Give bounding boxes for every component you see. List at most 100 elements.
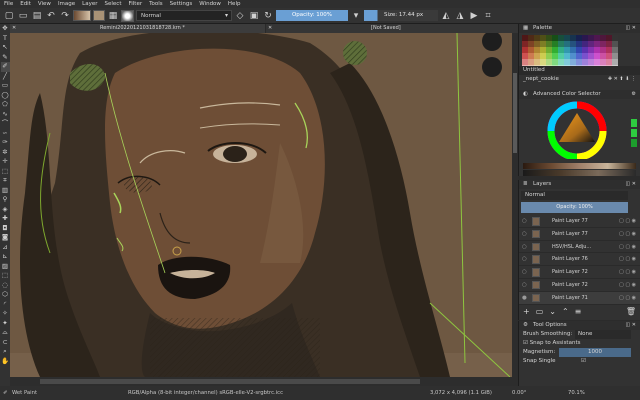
horizontal-scrollbar[interactable] (10, 377, 518, 386)
edit-shape-icon[interactable]: ↖ (1, 43, 10, 53)
layer-row[interactable]: ○ HSV/HSL Adju... ▢ ▢ ◉ (519, 241, 640, 254)
polygon-select-icon[interactable]: ⬡ (1, 290, 10, 300)
close-icon[interactable]: ✕ (268, 24, 272, 33)
line-tool-icon[interactable]: ╱ (1, 72, 10, 82)
pattern-swatch[interactable] (93, 10, 105, 21)
visibility-icon[interactable]: ○ (522, 241, 527, 254)
crop-tool-icon[interactable]: ⌗ (1, 176, 10, 186)
visibility-icon[interactable]: ○ (522, 279, 527, 292)
size-slider[interactable]: Size: 17.44 px (364, 10, 438, 21)
layer-lock-icon[interactable]: ▢ ▢ ◉ (619, 241, 636, 254)
bezier-select-icon[interactable]: ⌓ (1, 328, 10, 338)
gradient-swatch[interactable] (73, 10, 91, 21)
float-close-icon[interactable]: ◫ ✕ (625, 24, 636, 33)
close-icon[interactable]: ✕ (12, 24, 16, 33)
blend-mode-select[interactable]: Normal (136, 10, 232, 21)
layer-lock-icon[interactable]: ▢ ▢ ◉ (619, 253, 636, 266)
eraser-mode-icon[interactable]: ◇ (234, 10, 246, 22)
visibility-icon[interactable]: ● (522, 292, 527, 305)
wrap-around-icon[interactable]: ▶ (468, 10, 480, 22)
delete-layer-icon[interactable]: 🗑 (626, 307, 636, 317)
freehand-brush-icon[interactable]: ✐ (0, 62, 10, 72)
freehand-path-icon[interactable]: ∽ (1, 129, 10, 139)
gradient-tool-icon[interactable]: ▥ (1, 186, 10, 196)
menu-settings[interactable]: Settings (170, 0, 193, 8)
opacity-slider[interactable]: Opacity: 100% (276, 10, 348, 21)
float-close-icon[interactable]: ◫ ✕ (625, 180, 636, 189)
layer-properties-icon[interactable]: ≡ (575, 307, 582, 317)
color-history-strip-2[interactable] (523, 170, 636, 176)
brush-smoothing-select[interactable]: None (575, 330, 631, 339)
measure-tool-icon[interactable]: ⊾ (1, 252, 10, 262)
layer-lock-icon[interactable]: ▢ ▢ ◉ (619, 266, 636, 279)
menu-view[interactable]: View (38, 0, 51, 8)
redo-icon[interactable]: ↷ (59, 10, 71, 22)
snap-single-checkbox[interactable]: ☑ (581, 357, 586, 366)
tab-document-1[interactable]: Remini20220121031818728.krn * ✕ (10, 24, 265, 33)
reference-image-icon[interactable]: ▨ (1, 262, 10, 272)
layer-lock-icon[interactable]: ▢ ▢ ◉ (619, 279, 636, 292)
brush-preset-name[interactable]: _nept_cookie (523, 76, 559, 82)
pan-tool-icon[interactable]: ✋ (1, 357, 10, 367)
calligraphy-icon[interactable]: ✎ (1, 53, 10, 63)
transform-tool-icon[interactable]: ⬚ (1, 167, 10, 177)
color-picker-icon[interactable]: ⚲ (1, 195, 10, 205)
palette-name[interactable]: Untitled (519, 66, 640, 75)
save-icon[interactable]: ▤ (31, 10, 43, 22)
magnetic-select-icon[interactable]: ⊂ (1, 338, 10, 348)
menu-edit[interactable]: Edit (20, 0, 31, 8)
menu-help[interactable]: Help (228, 0, 241, 8)
layer-row[interactable]: ○ Paint Layer 77 ▢ ▢ ◉ (519, 215, 640, 228)
menu-tools[interactable]: Tools (149, 0, 163, 8)
colorize-mask-icon[interactable]: ◈ (1, 205, 10, 215)
zoom-tool-icon[interactable]: ⌕ (1, 347, 10, 357)
menu-filter[interactable]: Filter (128, 0, 142, 8)
scroll-thumb[interactable] (513, 73, 517, 153)
mirror-vertical-icon[interactable]: ◮ (454, 10, 466, 22)
dropdown-chevron-icon[interactable]: ▾ (350, 10, 362, 22)
preserve-alpha-icon[interactable]: ▣ (248, 10, 260, 22)
enclose-fill-icon[interactable]: ◙ (1, 233, 10, 243)
layer-lock-icon[interactable]: ▢ ▢ ◉ (619, 215, 636, 228)
undo-icon[interactable]: ↶ (45, 10, 57, 22)
transform-icon[interactable]: ✥ (1, 24, 10, 34)
menu-select[interactable]: Select (105, 0, 122, 8)
edit-brush-icon[interactable]: ▦ (107, 10, 119, 22)
tab-document-2[interactable]: [Not Saved] ✕ (266, 24, 518, 33)
float-close-icon[interactable]: ◫ ✕ (625, 321, 636, 330)
open-folder-icon[interactable]: ▭ (17, 10, 29, 22)
assistant-tool-icon[interactable]: ⊿ (1, 243, 10, 253)
contiguous-select-icon[interactable]: ✧ (1, 309, 10, 319)
move-layer-down-icon[interactable]: ⌄ (549, 307, 556, 317)
settings-icon[interactable]: ⚙ (632, 90, 636, 99)
canvas[interactable] (10, 33, 518, 377)
menu-window[interactable]: Window (199, 0, 221, 8)
dynamic-brush-icon[interactable]: ✑ (1, 138, 10, 148)
crop-icon[interactable]: ⌗ (482, 10, 494, 22)
layer-row[interactable]: ● Paint Layer 71 ▢ ▢ ◉ (519, 291, 640, 305)
visibility-icon[interactable]: ○ (522, 266, 527, 279)
similar-select-icon[interactable]: ✦ (1, 319, 10, 329)
freehand-select-icon[interactable]: ◜ (1, 300, 10, 310)
rect-select-icon[interactable]: ⬚ (1, 271, 10, 281)
rectangle-tool-icon[interactable]: ▭ (1, 81, 10, 91)
visibility-icon[interactable]: ○ (522, 253, 527, 266)
move-layer-up-icon[interactable]: ⌃ (562, 307, 569, 317)
fill-tool-icon[interactable]: ◘ (1, 224, 10, 234)
rotation-value[interactable]: 0.00° (512, 386, 526, 400)
color-history-strip[interactable] (523, 163, 636, 169)
layer-opacity-slider[interactable]: Opacity: 100% (521, 202, 628, 213)
mirror-horizontal-icon[interactable]: ◭ (440, 10, 452, 22)
new-document-icon[interactable]: ▢ (3, 10, 15, 22)
reload-preset-icon[interactable]: ↻ (262, 10, 274, 22)
polyline-tool-icon[interactable]: ∿ (1, 110, 10, 120)
polygon-tool-icon[interactable]: ⬠ (1, 100, 10, 110)
color-wheel[interactable] (519, 99, 640, 161)
zoom-value[interactable]: 70.1% (568, 386, 585, 400)
layer-row[interactable]: ○ Paint Layer 72 ▢ ▢ ◉ (519, 279, 640, 292)
layer-row[interactable]: ○ Paint Layer 72 ▢ ▢ ◉ (519, 266, 640, 279)
multibrush-icon[interactable]: ✲ (1, 148, 10, 158)
brush-preset-button[interactable] (121, 9, 134, 22)
menu-image[interactable]: Image (58, 0, 75, 8)
layer-row[interactable]: ○ Paint Layer 76 ▢ ▢ ◉ (519, 253, 640, 267)
